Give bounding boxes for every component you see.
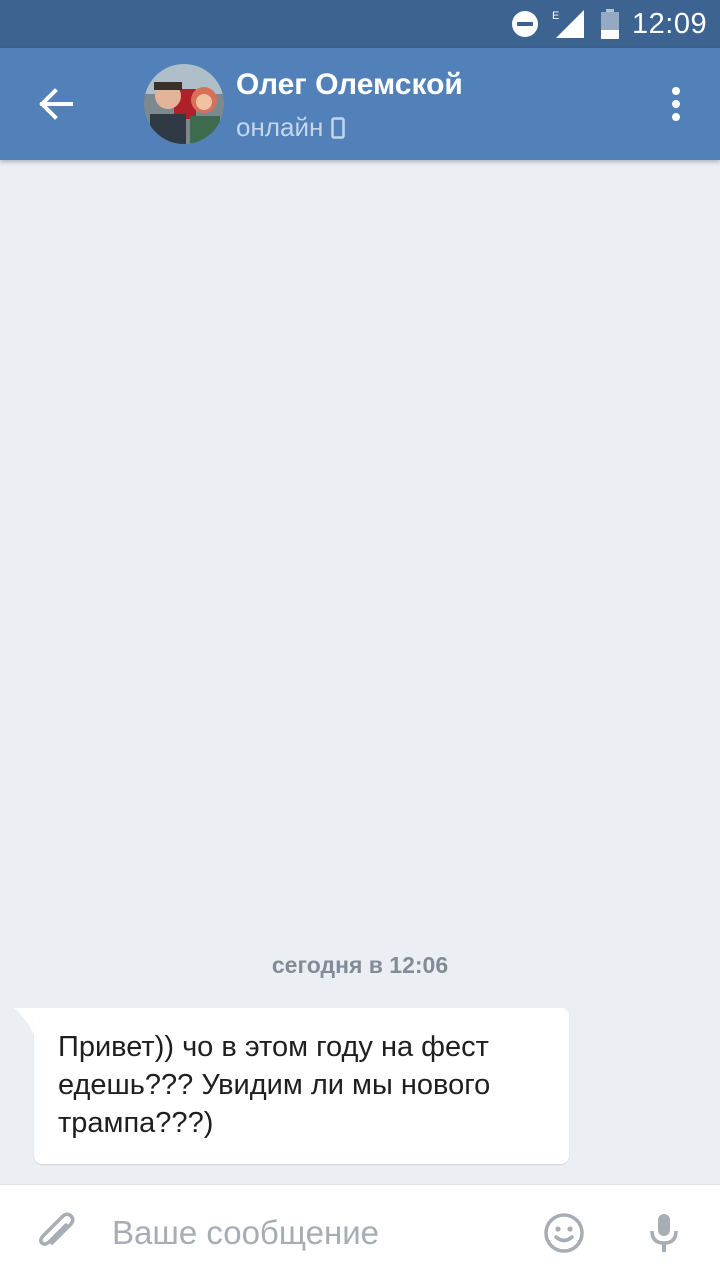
attach-icon [39, 1212, 75, 1246]
microphone-button[interactable] [640, 1209, 688, 1257]
microphone-icon [650, 1214, 678, 1252]
chat-screen: E 12:09 Олег Олемской онлайн сегодня в 1… [0, 0, 720, 1280]
more-vertical-icon [672, 87, 680, 121]
phone-icon [331, 116, 346, 139]
emoji-icon [544, 1213, 584, 1253]
back-button[interactable] [24, 72, 88, 136]
back-arrow-icon [39, 88, 73, 120]
do-not-disturb-icon [511, 0, 539, 48]
message-input[interactable] [112, 1203, 512, 1263]
date-separator: сегодня в 12:06 [271, 952, 449, 978]
battery-icon [600, 0, 620, 48]
attach-button[interactable] [32, 1209, 80, 1257]
more-options-button[interactable] [652, 72, 700, 136]
contact-name[interactable]: Олег Олемской [236, 68, 463, 102]
avatar[interactable] [144, 64, 224, 144]
message-text: Привет)) чо в этом году на фест едешь???… [58, 1031, 491, 1139]
signal-icon: E [552, 0, 586, 48]
emoji-button[interactable] [540, 1209, 588, 1257]
clock: 12:09 [632, 8, 708, 40]
chat-header: Олег Олемской онлайн [0, 48, 720, 160]
message-composer [0, 1184, 720, 1280]
contact-status: онлайн [236, 112, 346, 143]
status-text: онлайн [236, 112, 324, 142]
status-bar: E 12:09 [0, 0, 720, 48]
message-bubble[interactable]: Привет)) чо в этом году на фест едешь???… [34, 1008, 569, 1164]
network-type-label: E [552, 10, 559, 22]
